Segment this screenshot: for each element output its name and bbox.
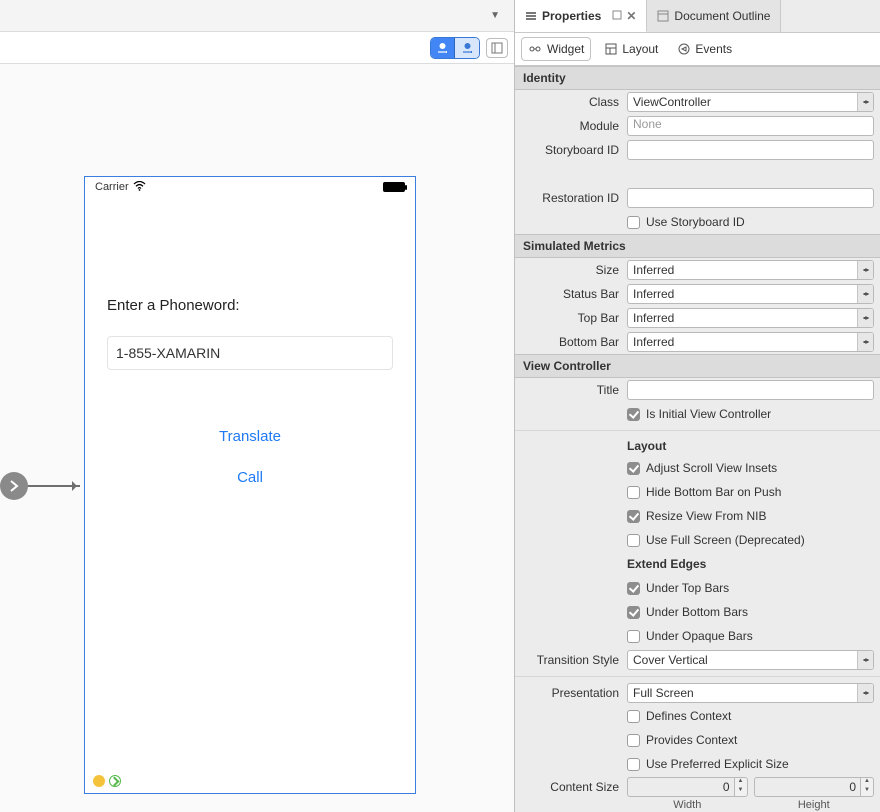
topbar-select[interactable]: Inferred <box>627 308 874 328</box>
wifi-icon <box>133 181 146 194</box>
size-select[interactable]: Inferred <box>627 260 874 280</box>
design-toolbar: ▼ <box>0 0 514 32</box>
extend-edges-header: Extend Edges <box>627 555 874 573</box>
properties-icon <box>525 10 537 22</box>
under-opaque-checkbox[interactable]: Under Opaque Bars <box>627 629 874 643</box>
size-label: Size <box>515 263 627 277</box>
exit-icon[interactable] <box>109 775 121 787</box>
layout-header: Layout <box>627 437 874 455</box>
tab-document-outline[interactable]: Document Outline <box>647 0 781 32</box>
title-label: Title <box>515 383 627 397</box>
subtab-events[interactable]: Events <box>672 38 738 60</box>
use-storyboard-id-checkbox[interactable]: Use Storyboard ID <box>627 215 874 229</box>
hide-bottom-bar-checkbox[interactable]: Hide Bottom Bar on Push <box>627 485 874 499</box>
translate-button[interactable]: Translate <box>107 428 393 445</box>
transition-select[interactable]: Cover Vertical <box>627 650 874 670</box>
topbar-label: Top Bar <box>515 311 627 325</box>
outline-icon <box>657 10 669 22</box>
presentation-select[interactable]: Full Screen <box>627 683 874 703</box>
canvas[interactable]: Carrier Enter a Phoneword: 1-855-XAMARIN… <box>0 64 514 812</box>
under-top-checkbox[interactable]: Under Top Bars <box>627 581 874 595</box>
first-responder-icon[interactable] <box>93 775 105 787</box>
carrier-label: Carrier <box>95 181 129 193</box>
design-canvas-pane: ▼ Carrier <box>0 0 515 812</box>
tab-properties[interactable]: Properties ✕ <box>515 0 647 32</box>
height-input[interactable]: 0▲▼ <box>754 777 875 797</box>
statusbar-label: Status Bar <box>515 287 627 301</box>
section-simulated-metrics: Simulated Metrics <box>515 234 880 258</box>
width-label: Width <box>627 799 748 811</box>
scene-dock <box>93 775 121 787</box>
module-label: Module <box>515 119 627 133</box>
constraint-mode-segment[interactable] <box>430 37 480 59</box>
restoration-id-label: Restoration ID <box>515 191 627 205</box>
section-identity: Identity <box>515 66 880 90</box>
status-bar: Carrier <box>85 177 415 197</box>
battery-icon <box>383 182 405 192</box>
width-stepper[interactable]: ▲▼ <box>734 777 748 797</box>
is-initial-checkbox[interactable]: Is Initial View Controller <box>627 407 874 421</box>
constraint-toolbar <box>0 32 514 64</box>
resize-from-nib-checkbox[interactable]: Resize View From NIB <box>627 509 874 523</box>
bottombar-label: Bottom Bar <box>515 335 627 349</box>
height-label: Height <box>754 799 875 811</box>
defines-context-checkbox[interactable]: Defines Context <box>627 709 874 723</box>
under-bottom-checkbox[interactable]: Under Bottom Bars <box>627 605 874 619</box>
close-icon[interactable]: ✕ <box>626 9 636 23</box>
storyboard-id-label: Storyboard ID <box>515 143 627 157</box>
inspector-panel: Properties ✕ Document Outline Widget Lay… <box>515 0 880 812</box>
constraint-mode-button[interactable] <box>455 38 479 58</box>
subtab-widget[interactable]: Widget <box>521 37 591 61</box>
inspector-tabs: Properties ✕ Document Outline <box>515 0 880 33</box>
module-input[interactable]: None <box>627 116 874 136</box>
class-select[interactable]: ViewController <box>627 92 874 112</box>
presentation-label: Presentation <box>515 686 627 700</box>
restoration-id-input[interactable] <box>627 188 874 208</box>
bottombar-select[interactable]: Inferred <box>627 332 874 352</box>
events-icon <box>678 43 690 55</box>
dropdown-icon[interactable]: ▼ <box>490 10 500 21</box>
statusbar-select[interactable]: Inferred <box>627 284 874 304</box>
layout-icon <box>605 43 617 55</box>
storyboard-id-input[interactable] <box>627 140 874 160</box>
content-size-label: Content Size <box>515 777 627 794</box>
phoneword-label[interactable]: Enter a Phoneword: <box>107 297 393 314</box>
width-input[interactable]: 0▲▼ <box>627 777 748 797</box>
toggle-outline-button[interactable] <box>486 38 508 58</box>
explicit-size-checkbox[interactable]: Use Preferred Explicit Size <box>627 757 874 771</box>
section-view-controller: View Controller <box>515 354 880 378</box>
undock-icon[interactable] <box>612 9 622 23</box>
property-subtabs: Widget Layout Events <box>515 33 880 66</box>
transition-label: Transition Style <box>515 653 627 667</box>
subtab-layout[interactable]: Layout <box>599 38 664 60</box>
frame-mode-button[interactable] <box>431 38 455 58</box>
call-button[interactable]: Call <box>107 469 393 486</box>
class-label: Class <box>515 95 627 109</box>
adjust-insets-checkbox[interactable]: Adjust Scroll View Insets <box>627 461 874 475</box>
title-input[interactable] <box>627 380 874 400</box>
height-stepper[interactable]: ▲▼ <box>860 777 874 797</box>
view-controller-scene[interactable]: Carrier Enter a Phoneword: 1-855-XAMARIN… <box>84 176 416 794</box>
provides-context-checkbox[interactable]: Provides Context <box>627 733 874 747</box>
phoneword-textfield[interactable]: 1-855-XAMARIN <box>107 336 393 370</box>
widget-icon <box>528 43 542 55</box>
initial-vc-arrow[interactable] <box>0 485 80 487</box>
entry-point-icon <box>0 472 28 500</box>
full-screen-checkbox[interactable]: Use Full Screen (Deprecated) <box>627 533 874 547</box>
